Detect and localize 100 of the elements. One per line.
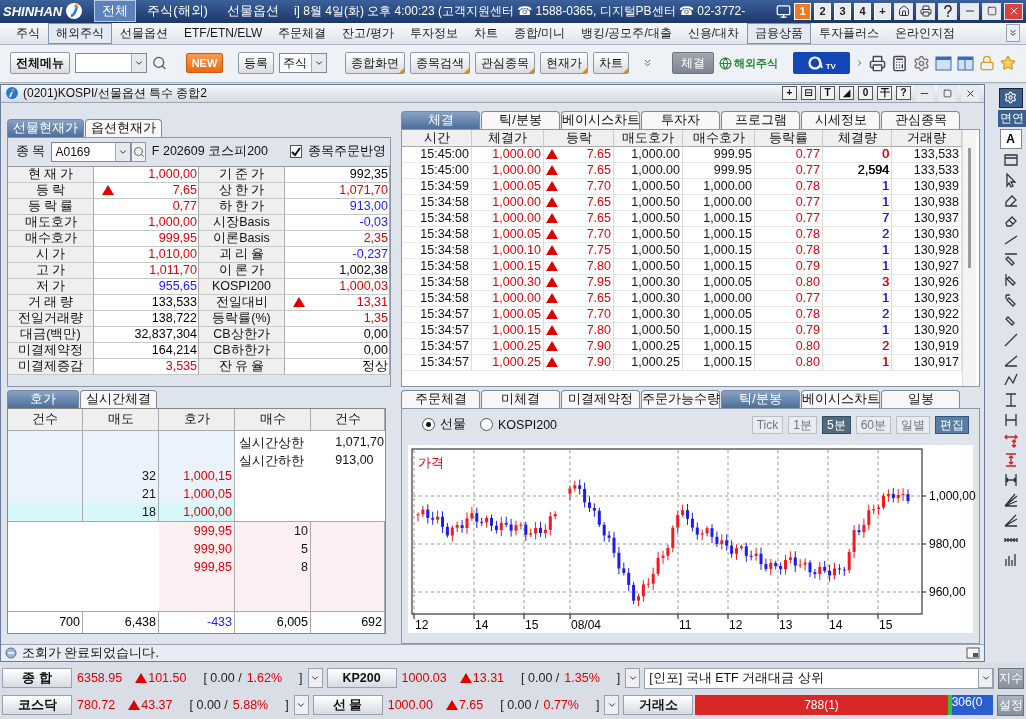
window-icon[interactable] <box>935 55 952 71</box>
scrollbar[interactable] <box>962 129 976 386</box>
panel-tab[interactable]: 시세정보 <box>801 110 880 129</box>
index-value: 1000.00 <box>387 698 433 712</box>
table-cell: 1,000.05 <box>472 306 544 323</box>
print-button[interactable] <box>916 2 935 20</box>
menu-item[interactable]: 잔고/평가 <box>334 22 402 44</box>
panel-tab[interactable]: 실시간체결 <box>80 389 157 408</box>
screen-button[interactable]: 2 <box>814 2 831 20</box>
maximize-button[interactable] <box>982 2 1001 20</box>
screen-button[interactable]: 3 <box>834 2 851 20</box>
minimize-button[interactable] <box>960 2 979 20</box>
field-value: 992,35 <box>349 167 388 182</box>
menu-item[interactable]: 주문체결 <box>270 22 335 44</box>
ask-row[interactable]: 21 1,000,05 <box>8 484 235 503</box>
settings-button[interactable] <box>998 87 1023 108</box>
menu-item[interactable]: 주식 <box>8 22 48 44</box>
panel-tab[interactable]: 틱/분봉 <box>481 110 560 129</box>
column-header: 매도 <box>83 408 159 431</box>
shortcut-button[interactable]: 관심종목 <box>474 52 535 75</box>
ask-row[interactable]: 32 1,000,15 <box>8 466 235 485</box>
radio-button[interactable] <box>422 418 435 432</box>
screen-button[interactable]: + <box>874 2 891 20</box>
calculator-icon[interactable] <box>891 54 908 72</box>
axis-label: 15 <box>879 617 893 632</box>
menu-item[interactable]: 투자정보 <box>401 22 466 44</box>
shortcut-button[interactable]: 종합화면 <box>344 52 405 75</box>
ask-row[interactable]: 18 1,000,00 <box>8 502 235 521</box>
info-field[interactable]: [인포] 국내 ETF 거래대금 상위 <box>644 667 994 689</box>
close-button[interactable] <box>1004 2 1023 20</box>
window-tool-button[interactable]: ⊟ <box>801 86 816 101</box>
panel-tab[interactable]: 베이시스차트 <box>561 110 640 129</box>
menu-item[interactable]: 종합/미니 <box>505 22 574 44</box>
panel-tab[interactable]: 호가 <box>7 389 79 408</box>
code-field[interactable] <box>75 53 147 74</box>
menu-item[interactable]: 해외주식 <box>48 22 112 44</box>
tv-logo[interactable]: TV <box>792 52 850 75</box>
home-button[interactable] <box>894 2 913 20</box>
window-icon[interactable] <box>957 55 974 71</box>
panel-tab[interactable]: 관심종목 <box>881 110 960 129</box>
screen-button[interactable]: 4 <box>854 2 871 20</box>
period-button[interactable]: 5분 <box>821 415 851 434</box>
register-button[interactable]: 등록 <box>238 52 275 75</box>
axis-label: 15 <box>525 617 539 632</box>
font-button[interactable]: A <box>999 128 1022 149</box>
panel-tab[interactable]: 투자자 <box>641 110 720 129</box>
edit-button[interactable]: 편집 <box>935 415 969 434</box>
menu-item[interactable]: 뱅킹/공모주/대출 <box>573 22 680 44</box>
window-tool-button[interactable]: 0 <box>858 86 873 101</box>
close-button[interactable] <box>961 84 980 102</box>
checkbox[interactable] <box>290 145 302 159</box>
shortcut-button[interactable]: 차트 <box>592 52 629 75</box>
scroll-button[interactable] <box>1006 24 1020 43</box>
printer-icon[interactable] <box>869 54 886 72</box>
table-cell: 1,000.15 <box>683 258 755 275</box>
axis-label: 08/04 <box>571 617 602 632</box>
shortcut-button[interactable]: 현재가 <box>539 52 588 75</box>
panel-tab[interactable]: 일봉 <box>881 389 960 408</box>
panel-tab[interactable]: 프로그램 <box>721 110 800 129</box>
table-cell: 0.77 <box>755 194 823 211</box>
menu-item[interactable]: 금융상품 <box>747 22 812 44</box>
panel-tab[interactable]: 미결제약정 <box>561 389 640 408</box>
window-tool-button[interactable]: ◢ <box>839 86 854 101</box>
table-cell: 15:34:59 <box>402 178 472 195</box>
minimize-button[interactable] <box>915 84 934 102</box>
top-tab[interactable]: 선물옵션 <box>218 0 287 23</box>
panel-tab[interactable]: 선물현재가 <box>7 118 84 137</box>
window-tool-button[interactable]: T <box>820 86 835 101</box>
close-icon <box>965 87 976 99</box>
maximize-button[interactable] <box>938 84 957 102</box>
window-icon[interactable] <box>966 647 980 659</box>
all-menu-button[interactable]: 전체메뉴 <box>10 52 70 75</box>
settings-icon[interactable] <box>913 54 930 72</box>
table-cell: 7.95 <box>586 275 611 290</box>
search-icon[interactable] <box>151 55 167 72</box>
panel-tab[interactable]: 미체결 <box>481 389 560 408</box>
panel-tab[interactable]: 옵션현재가 <box>85 118 162 137</box>
overseas-stock-logo[interactable]: 해외주식 <box>718 55 778 71</box>
top-tab[interactable]: 주식(해외) <box>139 0 216 23</box>
panel-tab[interactable]: 베이시스차트 <box>801 389 880 408</box>
star-icon[interactable] <box>1000 55 1016 72</box>
menu-item[interactable]: 신용/대차 <box>679 22 748 44</box>
top-tab[interactable]: 전체 <box>94 0 137 23</box>
help-button[interactable] <box>938 2 957 20</box>
search-button[interactable] <box>131 141 146 162</box>
symbol-field[interactable]: A0169 <box>51 141 132 162</box>
panel-tab[interactable]: 주문가능수량 <box>641 389 720 408</box>
menu-item[interactable]: 차트 <box>465 22 506 44</box>
window-tool-button[interactable]: 干 <box>877 86 892 101</box>
logo-icon <box>65 2 84 21</box>
menu-item[interactable]: 투자플러스 <box>811 22 888 44</box>
shortcut-button[interactable]: 종목검색 <box>409 52 470 75</box>
window-tool-button[interactable]: + <box>782 86 797 101</box>
radio-button[interactable] <box>480 418 493 432</box>
category-select[interactable]: 주식 <box>279 53 328 74</box>
window-tool-button[interactable]: ? <box>896 86 911 101</box>
menu-item[interactable]: ETF/ETN/ELW <box>176 24 271 43</box>
menu-item[interactable]: 온라인지점 <box>887 22 964 44</box>
panel-tab[interactable]: 주문체결 <box>401 389 480 408</box>
menu-item[interactable]: 선물옵션 <box>112 22 176 44</box>
